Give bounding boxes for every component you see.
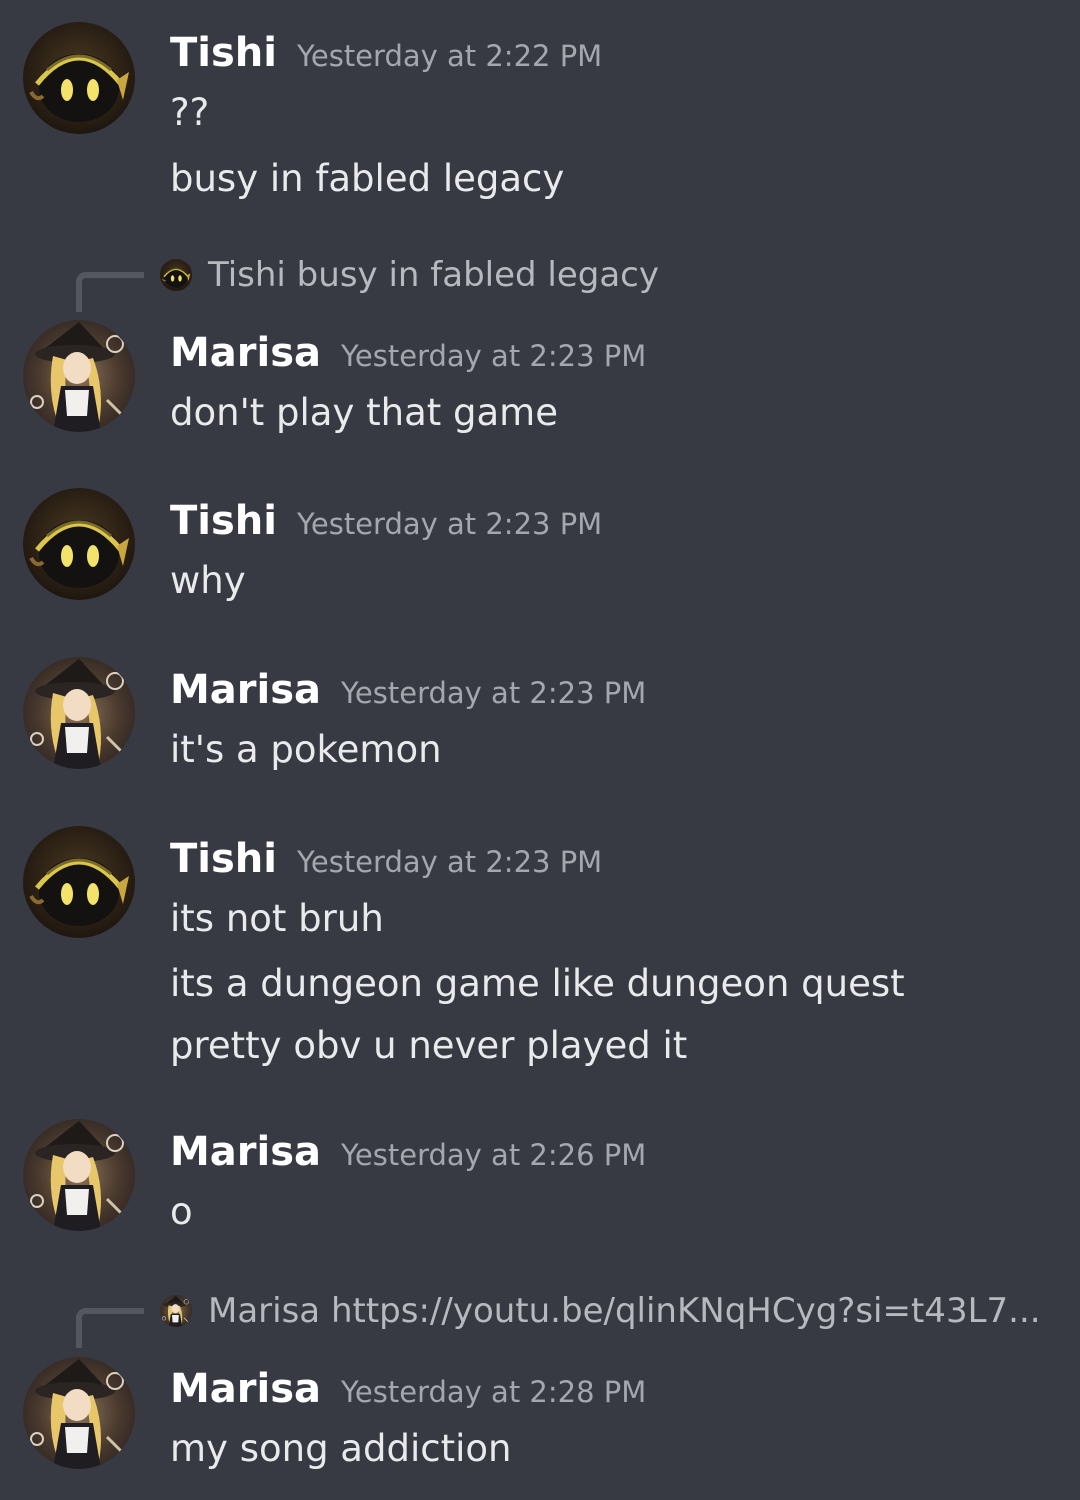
tishi-avatar-icon[interactable] [23, 488, 135, 600]
reply-preview[interactable]: Tishi busy in fabled legacy [0, 250, 1080, 312]
timestamp: Yesterday at 2:23 PM [297, 507, 603, 541]
reply-connector [76, 1308, 144, 1348]
message-text: busy in fabled legacy [170, 157, 565, 200]
message-text: its a dungeon game like dungeon quest [170, 962, 905, 1005]
timestamp: Yesterday at 2:22 PM [297, 39, 603, 73]
reply-text[interactable]: Marisa https://youtu.be/qlinKNqHCyg?si=t… [208, 1294, 1041, 1328]
message-text: ?? [170, 91, 210, 134]
username[interactable]: Tishi [170, 30, 277, 76]
message-text: pretty obv u never played it [170, 1024, 688, 1067]
message-header: Marisa Yesterday at 2:26 PM [170, 1129, 646, 1175]
timestamp: Yesterday at 2:23 PM [341, 339, 647, 373]
message-header: Tishi Yesterday at 2:22 PM [170, 30, 602, 76]
timestamp: Yesterday at 2:23 PM [297, 845, 603, 879]
marisa-avatar-icon[interactable] [23, 657, 135, 769]
reply-text[interactable]: Tishi busy in fabled legacy [208, 258, 659, 292]
username[interactable]: Marisa [170, 667, 321, 713]
username[interactable]: Tishi [170, 836, 277, 882]
message-text: its not bruh [170, 897, 384, 940]
tishi-avatar-icon[interactable] [23, 22, 135, 134]
tishi-avatar-icon[interactable] [23, 826, 135, 938]
message-text: my song addiction [170, 1427, 512, 1470]
message-header: Marisa Yesterday at 2:23 PM [170, 667, 646, 713]
timestamp: Yesterday at 2:23 PM [341, 676, 647, 710]
message-text: why [170, 559, 246, 602]
tishi-avatar-icon [160, 259, 192, 291]
message-text: o [170, 1190, 193, 1233]
username[interactable]: Tishi [170, 498, 277, 544]
marisa-avatar-icon[interactable] [23, 320, 135, 432]
username[interactable]: Marisa [170, 330, 321, 376]
message-header: Tishi Yesterday at 2:23 PM [170, 836, 602, 882]
reply-connector [76, 272, 144, 312]
message-header: Marisa Yesterday at 2:28 PM [170, 1366, 646, 1412]
username[interactable]: Marisa [170, 1366, 321, 1412]
marisa-avatar-icon [160, 1295, 192, 1327]
username[interactable]: Marisa [170, 1129, 321, 1175]
timestamp: Yesterday at 2:26 PM [341, 1138, 647, 1172]
timestamp: Yesterday at 2:28 PM [341, 1375, 647, 1409]
marisa-avatar-icon[interactable] [23, 1119, 135, 1231]
marisa-avatar-icon[interactable] [23, 1357, 135, 1469]
reply-preview[interactable]: Marisa https://youtu.be/qlinKNqHCyg?si=t… [0, 1286, 1080, 1348]
message-header: Marisa Yesterday at 2:23 PM [170, 330, 646, 376]
message-header: Tishi Yesterday at 2:23 PM [170, 498, 602, 544]
message-text: don't play that game [170, 391, 558, 434]
message-text: it's a pokemon [170, 728, 442, 771]
